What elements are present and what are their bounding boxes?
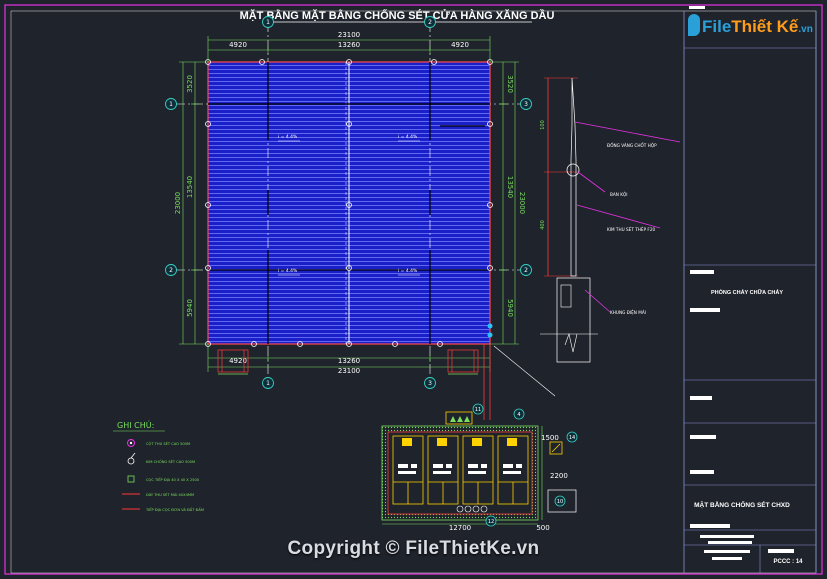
filethietke-logo: FileThiết Kế.vn <box>688 14 816 44</box>
legend-item-2: CỌC TIẾP ĐỊA 40 X 40 X 2500 <box>146 476 200 482</box>
pit-tag-1: 11 <box>475 407 481 413</box>
title-block-drawing-title: MẶT BẰNG CHỐNG SÉT CHXD <box>694 499 790 509</box>
pit-dim-height: 2200 <box>550 472 568 480</box>
dim-left-bottom: 5940 <box>186 299 194 317</box>
pit-dim-right: 500 <box>536 524 549 532</box>
dim-bottom-mid: 13260 <box>338 357 360 365</box>
dim-top-right: 4920 <box>451 41 469 49</box>
grid-bubble-a4: 3 <box>428 380 432 387</box>
legend-item-0: CỘT THU SÉT CAO 500M <box>146 441 190 446</box>
slope-label-2: i = 4.4% <box>398 134 418 140</box>
logo-suffix: .vn <box>798 24 813 35</box>
pit-tag-3: 12 <box>488 519 494 525</box>
legend-item-1: KIM CHỐNG SÉT CAO 500M <box>146 459 195 464</box>
legend-item-4: TIẾP ĐỊA CỌC ĐƠN VÀ ĐẤT ĐẤM <box>145 506 204 512</box>
grid-bubble-a2: 2 <box>428 19 432 26</box>
grid-bubble-b1: 1 <box>169 101 173 108</box>
grid-bubble-b3: 3 <box>524 101 528 108</box>
leader-line <box>493 345 556 397</box>
pit-dim-offset: 1500 <box>541 434 559 442</box>
dim-right-mid: 13540 <box>506 176 514 198</box>
pit-dim-width: 12700 <box>449 524 471 532</box>
grid-bubble-b4: 2 <box>524 267 528 274</box>
dim-left-mid: 13540 <box>186 176 194 198</box>
title-block-department: PHÒNG CHÁY CHỮA CHÁY <box>711 288 783 296</box>
legend: GHI CHÚ: CỘT THU SÉT CAO 500M KIM CHỐNG … <box>113 419 204 512</box>
grounding-pit-detail <box>381 411 577 525</box>
logo-main: File <box>702 17 732 36</box>
logo-accent: Thiết Kế <box>731 17 799 36</box>
dim-left-top: 3520 <box>186 75 194 93</box>
dim-right-top: 3520 <box>506 75 514 93</box>
rod-dim-lower: 400 <box>540 220 546 230</box>
detail-label-rod: KIM THU SÉT THÉP F20 <box>607 227 656 232</box>
detail-label-ball: BAN KỘI <box>610 192 627 197</box>
grid-bubble-b2: 2 <box>169 267 173 274</box>
legend-title: GHI CHÚ: <box>117 419 154 430</box>
detail-label-tip: ĐỒNG VÀNG CHỐT HỘP <box>607 143 657 148</box>
dim-left-total: 23000 <box>174 192 182 214</box>
slope-label-3: i = 4.4% <box>278 268 298 274</box>
map-pin-icon <box>688 14 700 36</box>
dim-bottom-total: 23100 <box>338 367 360 375</box>
detail-label-base: KHUNG ĐIỆN MÁI <box>610 310 646 315</box>
pit-tag-5: 10 <box>557 499 563 505</box>
cad-drawing-canvas: MẶT BẰNG MẶT BẰNG CHỐNG SÉT CỬA HÀNG XĂN… <box>4 4 823 575</box>
legend-item-3: DÂY THU SÉT MÁI 40X4MM <box>146 492 194 497</box>
roof-plan <box>175 22 525 380</box>
copyright-watermark: Copyright © FileThietKe.vn <box>287 538 540 559</box>
logo-text: FileThiết Kế.vn <box>702 17 813 37</box>
drawing-title: MẶT BẰNG MẶT BẰNG CHỐNG SÉT CỬA HÀNG XĂN… <box>240 8 555 22</box>
rod-dim-upper: 100 <box>540 120 546 130</box>
dim-top-left: 4920 <box>229 41 247 49</box>
legend-needle-symbol <box>127 457 135 465</box>
dim-top-total: 23100 <box>338 31 360 39</box>
slope-label-4: i = 4.4% <box>398 268 418 274</box>
dim-right-bottom: 5940 <box>506 299 514 317</box>
grid-bubble-a1: 1 <box>266 19 270 26</box>
dim-top-mid: 13260 <box>338 41 360 49</box>
slope-label-1: i = 4.4% <box>278 134 298 140</box>
lightning-rod-detail <box>540 77 681 363</box>
pit-tag-4: 14 <box>569 435 575 441</box>
pit-tag-2: 4 <box>517 412 520 418</box>
legend-stake-symbol <box>127 475 135 483</box>
dim-right-total: 23000 <box>518 192 526 214</box>
grid-bubble-a3: 1 <box>266 380 270 387</box>
